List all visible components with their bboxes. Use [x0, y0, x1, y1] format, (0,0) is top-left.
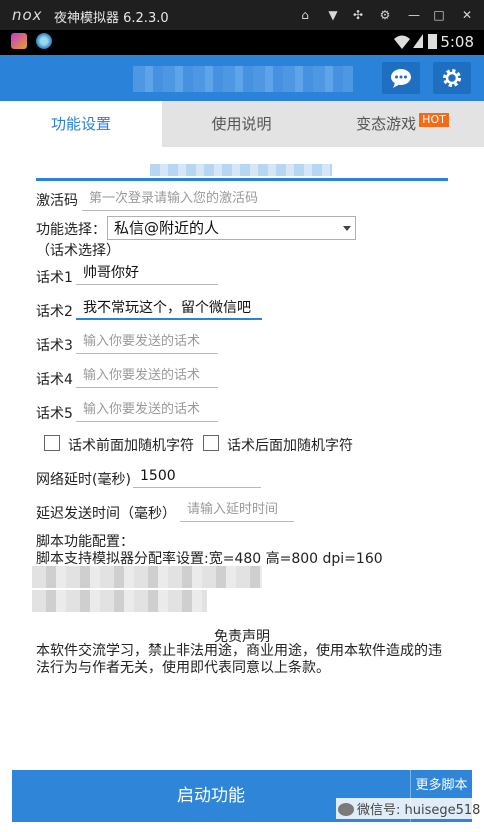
- tab-instructions[interactable]: 使用说明: [162, 101, 321, 147]
- function-select[interactable]: 私信@附近的人: [107, 216, 356, 240]
- nox-logo: nox: [12, 6, 43, 24]
- fullscreen-icon[interactable]: ✣: [347, 5, 369, 25]
- network-delay-label: 网络延时(毫秒): [36, 472, 131, 488]
- script-label: 话术4: [36, 372, 73, 388]
- settings-button[interactable]: [433, 62, 471, 94]
- hot-badge: HOT: [419, 113, 449, 127]
- tab-label: 功能设置: [50, 115, 111, 133]
- wifi-icon: [394, 35, 410, 49]
- blurred-text: [32, 590, 207, 612]
- blurred-notice: [150, 164, 332, 176]
- wechat-icon: [338, 803, 354, 816]
- game-app-icon: [11, 33, 27, 49]
- resolution-info: 脚本支持模拟器分配率设置:宽=480 高=800 dpi=160: [36, 551, 383, 567]
- chat-bubble-icon: [391, 69, 411, 88]
- suffix-random-checkbox[interactable]: [203, 435, 219, 451]
- battery-icon: [428, 34, 437, 49]
- status-time: 5:08: [440, 33, 474, 51]
- function-hint: （话术选择）: [36, 243, 120, 259]
- section-divider: [36, 178, 448, 181]
- script-2-input[interactable]: 我不常玩这个，留个微信吧: [76, 298, 262, 320]
- function-select-value: 私信@附近的人: [114, 219, 220, 237]
- tab-label: 使用说明: [211, 115, 272, 133]
- send-delay-input[interactable]: 请输入延时时间: [180, 500, 294, 522]
- close-icon[interactable]: ✕: [456, 5, 478, 25]
- prefix-random-label: 话术前面加随机字符: [68, 438, 194, 454]
- script-label: 话术5: [36, 406, 73, 422]
- blurred-app-title: [133, 66, 353, 92]
- function-select-label: 功能选择：: [36, 222, 106, 238]
- activation-label: 激活码: [36, 193, 78, 209]
- blurred-text: [32, 566, 262, 588]
- tab-label: 变态游戏: [356, 115, 417, 133]
- settings-icon[interactable]: ⚙: [374, 5, 396, 25]
- script-label: 话术1: [36, 270, 73, 286]
- pin-icon[interactable]: ▼: [322, 5, 344, 25]
- home-icon[interactable]: ⌂: [294, 5, 316, 25]
- android-status-bar: [0, 30, 484, 55]
- tab-games[interactable]: 变态游戏 HOT: [321, 101, 484, 147]
- send-delay-label: 延迟发送时间（毫秒）: [36, 506, 176, 522]
- disclaimer-text: 本软件交流学习，禁止非法用途，商业用途，使用本软件造成的违法行为与作者无关，使用…: [36, 643, 442, 676]
- tab-function-settings[interactable]: 功能设置: [0, 101, 162, 147]
- minimize-icon[interactable]: —: [403, 5, 425, 25]
- suffix-random-label: 话术后面加随机字符: [227, 438, 353, 454]
- script-1-input[interactable]: 帅哥你好: [76, 263, 218, 285]
- activation-code-input[interactable]: 第一次登录请输入您的激活码: [82, 189, 280, 211]
- browser-app-icon: [36, 33, 52, 49]
- script-4-input[interactable]: 输入你要发送的话术: [76, 366, 218, 388]
- script-label: 话术2: [36, 304, 73, 320]
- script-label: 话术3: [36, 338, 73, 354]
- emulator-title: 夜神模拟器 6.2.3.0: [54, 11, 169, 26]
- chat-button[interactable]: [382, 62, 420, 94]
- dropdown-arrow-icon: [343, 226, 351, 231]
- script-3-input[interactable]: 输入你要发送的话术: [76, 332, 218, 354]
- gear-icon: [443, 69, 461, 87]
- script-5-input[interactable]: 输入你要发送的话术: [76, 400, 218, 422]
- network-delay-input[interactable]: 1500: [133, 466, 261, 488]
- maximize-icon[interactable]: □: [428, 5, 450, 25]
- watermark-text: 微信号: huisege518: [357, 803, 481, 818]
- prefix-random-checkbox[interactable]: [44, 435, 60, 451]
- signal-icon: [413, 34, 423, 48]
- wechat-watermark: 微信号: huisege518: [336, 798, 483, 819]
